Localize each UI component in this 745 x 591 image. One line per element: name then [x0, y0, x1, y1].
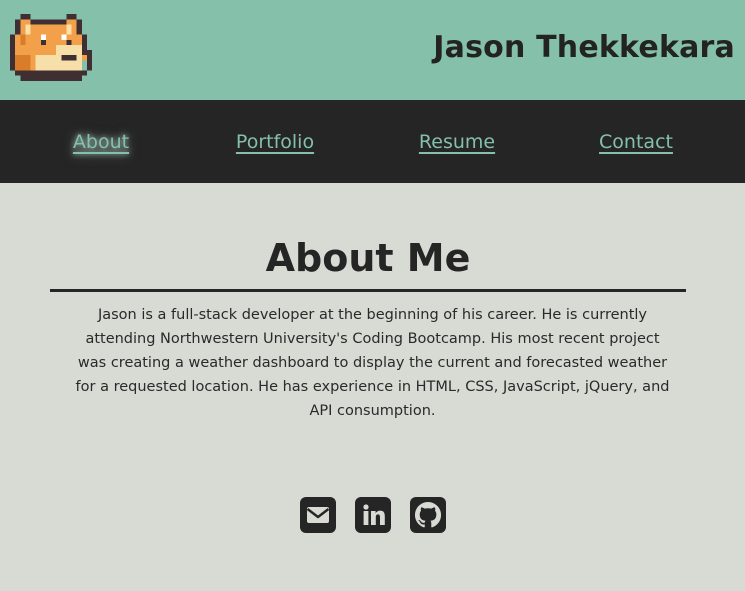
nav-link-portfolio[interactable]: Portfolio — [236, 131, 314, 153]
email-icon — [306, 507, 330, 523]
pixel-fox-logo-icon — [10, 14, 92, 81]
email-link[interactable] — [300, 497, 336, 533]
linkedin-icon — [363, 504, 385, 525]
social-links — [0, 497, 745, 533]
site-title: Jason Thekkekara — [433, 30, 735, 65]
nav-link-about[interactable]: About — [73, 131, 129, 153]
about-heading: About Me — [265, 236, 471, 280]
site-header: Jason Thekkekara — [0, 0, 745, 100]
github-link[interactable] — [410, 497, 446, 533]
heading-divider — [50, 289, 686, 292]
linkedin-link[interactable] — [355, 497, 391, 533]
about-bio: Jason is a full-stack developer at the b… — [75, 307, 670, 419]
github-icon — [414, 501, 442, 528]
nav-link-contact[interactable]: Contact — [599, 131, 673, 153]
nav-link-resume[interactable]: Resume — [419, 131, 495, 153]
